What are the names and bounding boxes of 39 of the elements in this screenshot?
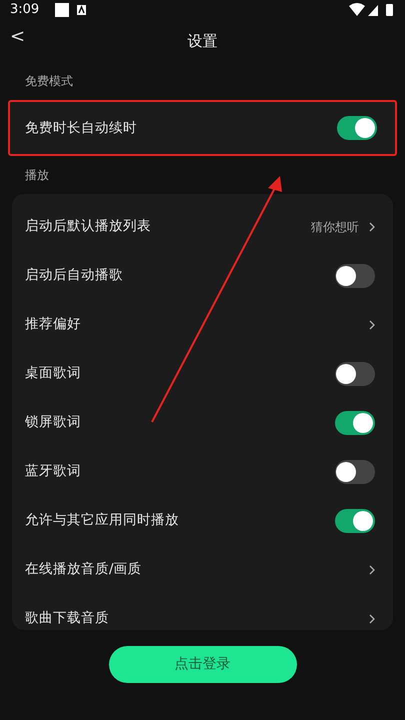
setting-label: 歌曲下载音质 xyxy=(25,609,109,628)
chevron-icon xyxy=(369,564,375,574)
signal-battery-icons xyxy=(349,3,395,17)
notification-icons xyxy=(55,3,88,17)
section-title: 播放 xyxy=(24,167,50,184)
chevron-icon xyxy=(369,222,375,232)
settings-row[interactable]: 免费时长自动续时 xyxy=(10,102,395,154)
chevron-icon xyxy=(369,614,375,624)
toggle-switch[interactable] xyxy=(335,508,375,532)
setting-label: 桌面歌词 xyxy=(25,364,81,384)
settings-row[interactable]: 歌曲下载音质 xyxy=(12,594,393,630)
toggle-switch[interactable] xyxy=(335,460,375,484)
setting-label: 启动后默认播放列表 xyxy=(25,217,151,236)
settings-row[interactable]: 桌面歌词 xyxy=(12,349,393,398)
settings-row[interactable]: 启动后默认播放列表 猜你想听 xyxy=(12,202,393,251)
toggle-switch[interactable] xyxy=(335,362,375,386)
setting-label: 锁屏歌词 xyxy=(25,413,81,432)
back-button[interactable]: < xyxy=(6,28,30,46)
settings-row[interactable]: 在线播放音质/画质 xyxy=(12,545,393,594)
toggle-switch[interactable] xyxy=(335,410,375,434)
setting-label: 在线播放音质/画质 xyxy=(25,560,142,580)
setting-label: 免费时长自动续时 xyxy=(25,118,137,138)
settings-row[interactable]: 启动后自动播歌 xyxy=(12,251,393,300)
toggle-switch[interactable] xyxy=(335,264,375,288)
chevron-icon xyxy=(369,320,375,330)
setting-label: 推荐偏好 xyxy=(25,315,81,334)
setting-value: 猜你想听 xyxy=(311,218,359,236)
setting-label: 蓝牙歌词 xyxy=(25,462,81,482)
status-time: 3:09 xyxy=(10,1,40,20)
section-title: 免费模式 xyxy=(24,73,74,90)
setting-label: 启动后自动播歌 xyxy=(25,266,123,286)
page-title: 设置 xyxy=(188,30,218,52)
setting-label: 允许与其它应用同时播放 xyxy=(25,511,179,530)
settings-row[interactable]: 允许与其它应用同时播放 xyxy=(12,496,393,545)
settings-row[interactable]: 蓝牙歌词 xyxy=(12,447,393,496)
login-button[interactable]: 点击登录 xyxy=(108,646,296,683)
toggle-switch[interactable] xyxy=(337,116,377,140)
settings-row[interactable]: 推荐偏好 xyxy=(12,300,393,349)
settings-row[interactable]: 锁屏歌词 xyxy=(12,398,393,447)
